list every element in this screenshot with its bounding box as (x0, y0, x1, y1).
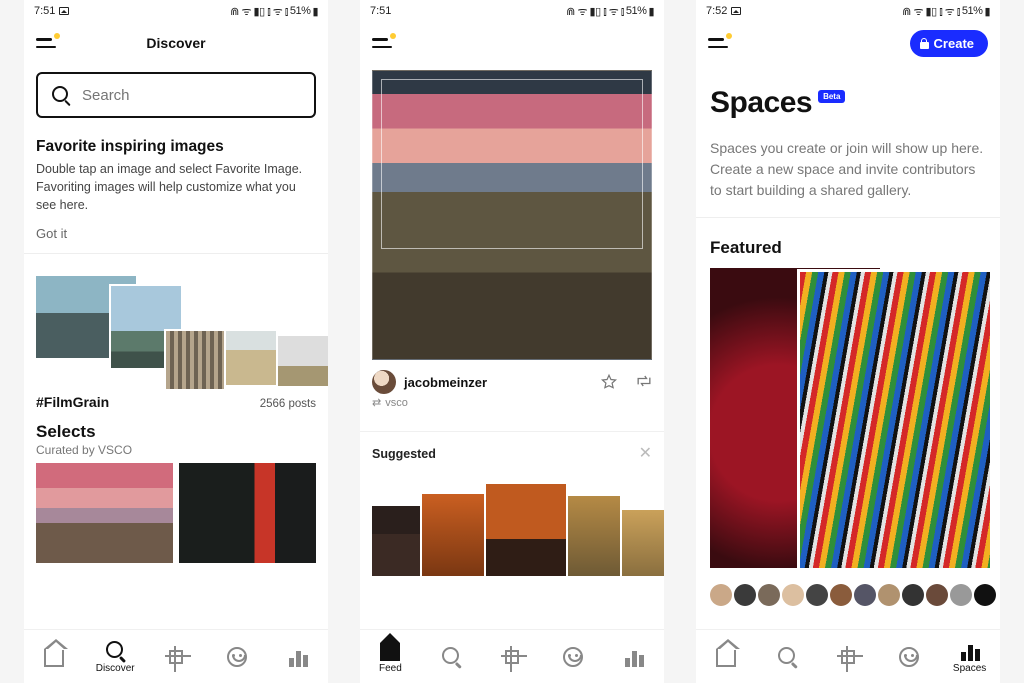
nav-home[interactable]: Feed (360, 630, 421, 683)
status-indicators: ⋒ ᯤ ▮▯ ⫾ ᯤ ⫾ (230, 4, 288, 19)
post-count: 2566 posts (260, 398, 316, 410)
suggested-label: Suggested (372, 447, 436, 461)
spaces-title: Spaces (710, 86, 812, 120)
contributor-avatars[interactable] (696, 576, 1000, 606)
selects-title: Selects (36, 422, 316, 442)
search-icon (52, 86, 70, 104)
battery-icon: ▮ (648, 5, 654, 18)
screenshot-icon (731, 7, 741, 15)
nav-profile[interactable] (206, 630, 267, 683)
beta-badge: Beta (818, 90, 845, 103)
status-bar: 7:51 ⋒ ᯤ ▮▯ ⫾ ᯤ ⫾ 51% ▮ (360, 0, 664, 22)
battery-icon: ▮ (312, 5, 318, 18)
status-battery: 51% (626, 5, 647, 17)
nav-home[interactable] (696, 630, 757, 683)
header: Discover (24, 22, 328, 64)
nav-discover[interactable] (421, 630, 482, 683)
status-time: 7:51 (370, 5, 391, 17)
status-indicators: ⋒ ᯤ ▮▯ ⫾ ᯤ ⫾ (902, 4, 960, 19)
repost-small-icon: ⇄ (372, 396, 381, 409)
status-bar: 7:51 ⋒ ᯤ ▮▯ ⫾ ᯤ ⫾ 51% ▮ (24, 0, 328, 22)
screenshot-icon (59, 7, 69, 15)
feed-post-image[interactable] (372, 70, 652, 360)
nav-studio[interactable] (818, 630, 879, 683)
nav-discover[interactable] (757, 630, 818, 683)
nav-label: Spaces (953, 663, 986, 674)
status-time: 7:51 (34, 5, 55, 17)
status-bar: 7:52 ⋒ ᯤ ▮▯ ⫾ ᯤ ⫾ 51% ▮ (696, 0, 1000, 22)
nav-discover[interactable]: Discover (85, 630, 146, 683)
suggested-collage[interactable] (372, 486, 652, 576)
featured-space[interactable] (710, 268, 986, 576)
featured-heading: Featured (696, 218, 1000, 268)
favorite-info: Favorite inspiring images Double tap an … (24, 132, 328, 254)
search-icon (776, 646, 798, 668)
username[interactable]: jacobmeinzer (404, 375, 487, 390)
spaces-description: Spaces you create or join will show up h… (696, 126, 1000, 218)
got-it-button[interactable]: Got it (36, 226, 67, 241)
nav-studio[interactable] (482, 630, 543, 683)
nav-studio[interactable] (146, 630, 207, 683)
status-battery: 51% (962, 5, 983, 17)
nav-label: Feed (379, 663, 402, 674)
screen-discover: 7:51 ⋒ ᯤ ▮▯ ⫾ ᯤ ⫾ 51% ▮ Discover Favorit… (24, 0, 328, 683)
bottom-nav: Discover (24, 629, 328, 683)
avatar[interactable] (372, 370, 396, 394)
header: Create (696, 22, 1000, 64)
search-icon (104, 640, 126, 662)
status-indicators: ⋒ ᯤ ▮▯ ⫾ ᯤ ⫾ (566, 4, 624, 19)
nav-spaces[interactable]: Spaces (939, 630, 1000, 683)
selects-image-1[interactable] (36, 463, 173, 563)
hashtag-label[interactable]: #FilmGrain (36, 394, 109, 410)
close-icon[interactable]: ✕ (639, 446, 652, 462)
search-icon (440, 646, 462, 668)
nav-label: Discover (96, 663, 135, 674)
search-input[interactable] (82, 87, 300, 104)
screen-feed: 7:51 ⋒ ᯤ ▮▯ ⫾ ᯤ ⫾ 51% ▮ jacobmeinzer ⇄ v… (360, 0, 664, 683)
selects-image-2[interactable] (179, 463, 316, 563)
nav-profile[interactable] (878, 630, 939, 683)
nav-spaces[interactable] (603, 630, 664, 683)
info-title: Favorite inspiring images (36, 138, 316, 156)
search-field[interactable] (36, 72, 316, 118)
status-battery: 51% (290, 5, 311, 17)
reposted-by[interactable]: vsco (385, 397, 408, 409)
info-body: Double tap an image and select Favorite … (36, 160, 316, 214)
status-time: 7:52 (706, 5, 727, 17)
nav-home[interactable] (24, 630, 85, 683)
bottom-nav: Spaces (696, 629, 1000, 683)
header (360, 22, 664, 64)
favorite-icon[interactable] (600, 373, 618, 391)
selects-header[interactable]: Selects Curated by VSCO (24, 422, 328, 463)
create-label: Create (934, 36, 974, 51)
lock-icon (920, 38, 929, 49)
screen-spaces: 7:52 ⋒ ᯤ ▮▯ ⫾ ᯤ ⫾ 51% ▮ Create Spaces Be… (696, 0, 1000, 683)
menu-icon[interactable] (372, 35, 394, 51)
page-title: Discover (24, 35, 328, 51)
nav-spaces[interactable] (267, 630, 328, 683)
create-button[interactable]: Create (910, 30, 988, 57)
nav-profile[interactable] (542, 630, 603, 683)
menu-icon[interactable] (708, 35, 730, 51)
repost-icon[interactable] (634, 373, 652, 387)
bottom-nav: Feed (360, 629, 664, 683)
menu-icon[interactable] (36, 35, 58, 51)
battery-icon: ▮ (984, 5, 990, 18)
filmgrain-collage[interactable] (36, 276, 316, 386)
selects-subtitle: Curated by VSCO (36, 443, 316, 457)
